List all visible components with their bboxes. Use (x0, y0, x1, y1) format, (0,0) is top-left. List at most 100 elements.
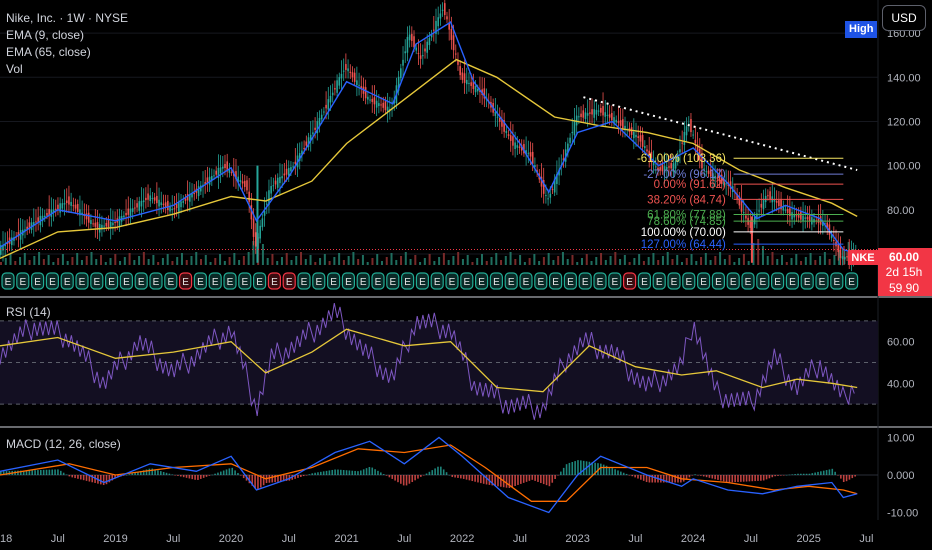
earnings-marker-label: E (182, 277, 189, 288)
earnings-marker-label: E (833, 277, 840, 288)
earnings-marker-label: E (360, 277, 367, 288)
candle (230, 172, 233, 174)
macd-histogram-bar (542, 475, 545, 485)
earnings-marker-icon: E (726, 272, 740, 290)
earnings-marker-label: E (227, 277, 234, 288)
macd-histogram-bar (102, 475, 105, 486)
volume-bar (371, 258, 374, 265)
volume-bar (233, 253, 236, 265)
candle (644, 146, 646, 149)
macd-histogram-bar (714, 475, 716, 480)
earnings-marker-label: E (671, 277, 678, 288)
candle (681, 142, 683, 144)
earnings-marker-icon: E (341, 272, 355, 290)
earnings-marker-icon: E (45, 272, 60, 290)
macd-histogram-bar (345, 470, 348, 475)
macd-histogram-bar (131, 473, 134, 475)
currency-button[interactable]: USD (882, 5, 926, 31)
volume-bar (709, 260, 712, 265)
time-axis-label: Jul (282, 533, 296, 545)
macd-histogram-bar (480, 475, 482, 484)
volume-bar (552, 260, 555, 265)
candle (600, 107, 602, 113)
earnings-marker-label: E (212, 277, 219, 288)
fib-label: -61.00% (103.36) (637, 153, 726, 165)
earnings-marker-label: E (611, 277, 618, 288)
macd-histogram-bar (231, 467, 234, 475)
earnings-marker-label: E (271, 277, 278, 288)
volume-bar (742, 254, 745, 265)
earnings-marker-label: E (34, 277, 41, 288)
macd-histogram-bar (831, 468, 834, 475)
time-axis-label: 2025 (796, 533, 820, 545)
macd-histogram-bar (551, 475, 554, 483)
earnings-marker-icon: E (548, 272, 563, 290)
volume-bar (147, 259, 150, 265)
earnings-marker-icon: E (75, 272, 89, 290)
time-axis-label: Jul (166, 533, 180, 545)
macd-histogram-bar (817, 471, 819, 475)
candle (331, 92, 334, 96)
volume-bar (623, 255, 626, 265)
volume-bar (161, 258, 164, 265)
candle (320, 114, 323, 120)
macd-histogram-bar (700, 475, 702, 476)
volume-bar (214, 258, 217, 265)
earnings-marker-icon: E (1, 272, 15, 290)
candle (786, 209, 789, 213)
volume-bar (209, 262, 212, 265)
candle (292, 166, 294, 168)
candle (411, 33, 413, 41)
candle (123, 215, 125, 218)
macd-histogram-bar (782, 475, 785, 476)
macd-histogram-bar (462, 475, 465, 479)
macd-histogram-bar (280, 475, 282, 482)
candle (527, 152, 530, 154)
volume-bar (785, 262, 788, 265)
volume-bar (609, 256, 612, 265)
volume-bar (685, 258, 688, 265)
macd-histogram-bar (328, 470, 331, 475)
volume-bar (490, 257, 493, 265)
macd-histogram-bar (360, 470, 362, 475)
macd-histogram-bar (297, 475, 299, 478)
volume-bar (33, 256, 36, 265)
candle (817, 218, 820, 223)
macd-histogram-bar (842, 475, 845, 482)
time-axis-label: 2020 (219, 533, 243, 545)
time-axis-label: Jul (859, 533, 873, 545)
chart-canvas[interactable]: 60.0080.00100.00120.00140.00160.00-61.00… (0, 0, 932, 550)
macd-histogram-bar (554, 475, 556, 480)
candle (276, 177, 279, 188)
macd-histogram-bar (337, 469, 339, 475)
candle (586, 113, 589, 116)
candle (386, 106, 389, 112)
macd-histogram-bar (614, 469, 616, 475)
macd-histogram-bar (434, 468, 436, 475)
volume-bar (133, 260, 136, 265)
macd-histogram-bar (717, 475, 719, 480)
candle (59, 203, 61, 213)
volume-bar (690, 254, 693, 265)
earnings-marker-label: E (789, 277, 796, 288)
candle (349, 71, 352, 73)
candle (498, 118, 501, 122)
candle (351, 72, 354, 78)
candle (138, 201, 141, 211)
earnings-marker-label: E (64, 277, 71, 288)
volume-bar (638, 254, 641, 265)
volume-bar (442, 253, 445, 265)
macd-histogram-bar (74, 475, 76, 479)
earnings-marker-label: E (419, 277, 426, 288)
candle (450, 28, 453, 40)
candle (325, 104, 327, 109)
earnings-marker-icon: E (770, 272, 785, 290)
volume-bar (557, 256, 560, 265)
earnings-marker-icon: E (119, 272, 134, 290)
candle (668, 166, 670, 168)
macd-histogram-bar (162, 471, 165, 475)
earnings-marker-icon: E (785, 272, 800, 290)
earnings-marker-icon: E (519, 272, 533, 290)
volume-bar (0, 262, 2, 265)
volume-bar (757, 239, 760, 265)
